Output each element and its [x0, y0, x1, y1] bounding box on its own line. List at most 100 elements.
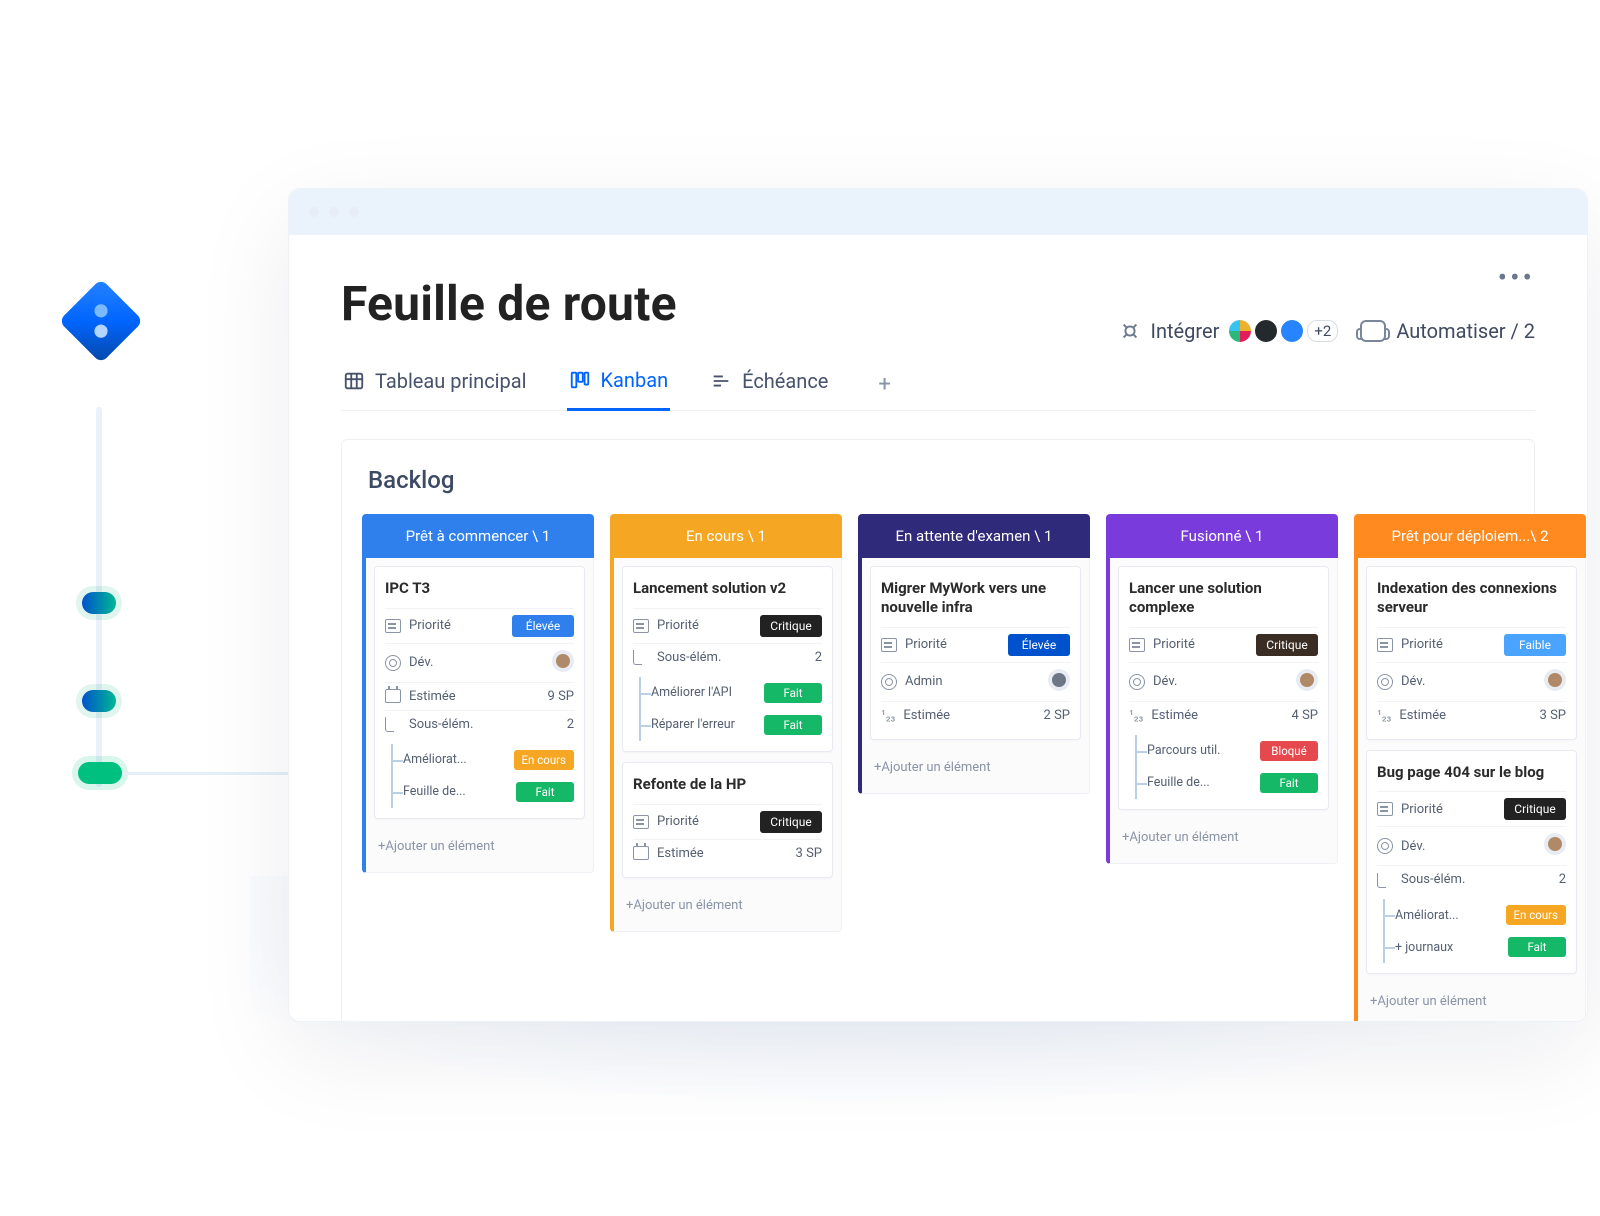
subitems-icon: [633, 650, 649, 664]
person-icon: [881, 674, 897, 690]
add-item-button[interactable]: +Ajouter un élément: [374, 829, 585, 864]
calendar-icon: [633, 846, 649, 860]
kanban-column: En cours \ 1 Lancement solution v2Priorit…: [610, 514, 842, 1022]
assignee-avatar[interactable]: [552, 650, 574, 672]
subitem-name: Feuille de...: [1147, 775, 1210, 790]
subitem-row[interactable]: Améliorat...En cours: [1385, 899, 1566, 931]
status-chip: Fait: [1508, 937, 1566, 957]
tab-tableau-principal[interactable]: Tableau principal: [341, 359, 529, 409]
card-title: Bug page 404 sur le blog: [1377, 763, 1566, 782]
card-field-row: Estimée 3 SP: [1377, 701, 1566, 729]
field-value: Faible: [1504, 634, 1566, 656]
kanban-card[interactable]: Lancer une solution complexePrioritéCrit…: [1118, 566, 1329, 810]
person-icon: [1377, 674, 1393, 690]
field-label: Estimée: [385, 689, 456, 704]
kanban-card[interactable]: Refonte de la HPPrioritéCritiqueEstimée3…: [622, 762, 833, 878]
card-field-row: Estimée3 SP: [633, 839, 822, 867]
column-header[interactable]: Prêt pour déploiem...\ 2: [1354, 514, 1586, 558]
subitem-row[interactable]: Feuille de...Fait: [393, 776, 574, 808]
add-item-button[interactable]: +Ajouter un élément: [622, 888, 833, 923]
assignee-avatar[interactable]: [1544, 669, 1566, 691]
board-title: Backlog: [368, 466, 1514, 494]
calendar-icon: [385, 689, 401, 703]
person-icon: [1129, 674, 1145, 690]
field-label: Estimée: [1129, 708, 1198, 723]
field-label: Priorité: [1129, 637, 1195, 652]
subitems-tree: Améliorat...En coursFeuille de...Fait: [391, 744, 574, 808]
subitem-row[interactable]: Améliorat...En cours: [393, 744, 574, 776]
connector-node: [82, 592, 116, 614]
add-item-button[interactable]: +Ajouter un élément: [1118, 820, 1329, 855]
kanban-card[interactable]: Bug page 404 sur le blog PrioritéCritique…: [1366, 750, 1577, 975]
header-actions: Intégrer +2 Automatiser / 2: [1119, 319, 1535, 343]
kanban-card[interactable]: Migrer MyWork vers une nouvelle infraPri…: [870, 566, 1081, 740]
column-body: Lancer une solution complexePrioritéCrit…: [1106, 558, 1338, 864]
status-chip: Fait: [1260, 773, 1318, 793]
connector-node: [82, 690, 116, 712]
field-label: Estimée: [881, 708, 950, 723]
card-field-row: PrioritéCritique: [1377, 791, 1566, 826]
subitem-row[interactable]: Réparer l'erreurFait: [641, 709, 822, 741]
field-label: Dév.: [1377, 838, 1425, 854]
priority-chip: Critique: [1504, 798, 1566, 820]
column-header[interactable]: Prêt à commencer \ 1: [362, 514, 594, 558]
column-body: Lancement solution v2PrioritéCritiqueSou…: [610, 558, 842, 932]
tab-label: Tableau principal: [375, 369, 527, 393]
window-dot: [329, 207, 339, 217]
window-titlebar: [289, 189, 1587, 235]
subitem-row[interactable]: Améliorer l'APIFait: [641, 677, 822, 709]
card-field-row: Dév.: [1377, 826, 1566, 865]
priority-chip: Élevée: [1008, 634, 1070, 656]
tab--ch-ance[interactable]: Échéance: [708, 359, 830, 409]
column-body: IPC T3PrioritéÉlevéeDév.Estimée9 SPSous-…: [362, 558, 594, 873]
deadline-icon: [710, 370, 732, 392]
automate-label: Automatiser / 2: [1396, 319, 1535, 343]
add-view-button[interactable]: +: [868, 364, 900, 405]
card-field-row: Dév.: [1129, 662, 1318, 701]
integrate-button[interactable]: Intégrer +2: [1119, 319, 1339, 343]
robot-icon: [1360, 320, 1386, 342]
status-chip: En cours: [1506, 905, 1567, 925]
field-value: Élevée: [512, 615, 574, 637]
field-label: Admin: [881, 674, 943, 690]
column-header[interactable]: En attente d'examen \ 1: [858, 514, 1090, 558]
subitem-row[interactable]: + journaux Fait: [1385, 931, 1566, 963]
subitem-name: + journaux: [1395, 940, 1453, 955]
subitem-row[interactable]: Parcours util.Bloqué: [1137, 735, 1318, 767]
more-menu-button[interactable]: •••: [1498, 261, 1535, 294]
card-title: Refonte de la HP: [633, 775, 822, 794]
add-item-button[interactable]: +Ajouter un élément: [1366, 984, 1577, 1019]
assignee-avatar[interactable]: [1048, 669, 1070, 691]
kanban-card[interactable]: IPC T3PrioritéÉlevéeDév.Estimée9 SPSous-…: [374, 566, 585, 819]
automate-button[interactable]: Automatiser / 2: [1360, 319, 1535, 343]
subitems-tree: Améliorat...En cours + journaux Fait: [1383, 899, 1566, 963]
kanban-card[interactable]: Indexation des connexions serveurPriorit…: [1366, 566, 1577, 740]
card-field-row: Dév.: [1377, 662, 1566, 701]
kanban-column: Fusionné \ 1 Lancer une solution complexe…: [1106, 514, 1338, 1022]
field-label: Estimée: [1377, 708, 1446, 723]
card-title: IPC T3: [385, 579, 574, 598]
card-field-row: PrioritéÉlevée: [385, 608, 574, 643]
column-header[interactable]: En cours \ 1: [610, 514, 842, 558]
integration-hex-badge: [22, 234, 180, 408]
kanban-card[interactable]: Lancement solution v2PrioritéCritiqueSou…: [622, 566, 833, 752]
field-value: [1048, 669, 1070, 695]
card-field-row: Dév.: [385, 643, 574, 682]
card-field-row: Admin: [881, 662, 1070, 701]
card-field-row: PrioritéCritique: [1129, 627, 1318, 662]
field-value: 3 SP: [1540, 708, 1566, 723]
card-field-row: Sous-élém.2: [385, 710, 574, 738]
tab-kanban[interactable]: Kanban: [567, 358, 671, 411]
kanban-board: Backlog Prêt à commencer \ 1 IPC T3 Priori…: [341, 439, 1535, 1022]
card-field-row: Estimée2 SP: [881, 701, 1070, 729]
add-item-button[interactable]: +Ajouter un élément: [870, 750, 1081, 785]
view-tabs: Tableau principal Kanban Échéance +: [341, 358, 1535, 411]
assignee-avatar[interactable]: [1544, 833, 1566, 855]
assignee-avatar[interactable]: [1296, 669, 1318, 691]
status-icon: [633, 815, 649, 829]
jira-icon: [59, 279, 144, 364]
subitem-row[interactable]: Feuille de... Fait: [1137, 767, 1318, 799]
field-label: Priorité: [881, 637, 947, 652]
kanban-icon: [569, 369, 591, 391]
column-header[interactable]: Fusionné \ 1: [1106, 514, 1338, 558]
